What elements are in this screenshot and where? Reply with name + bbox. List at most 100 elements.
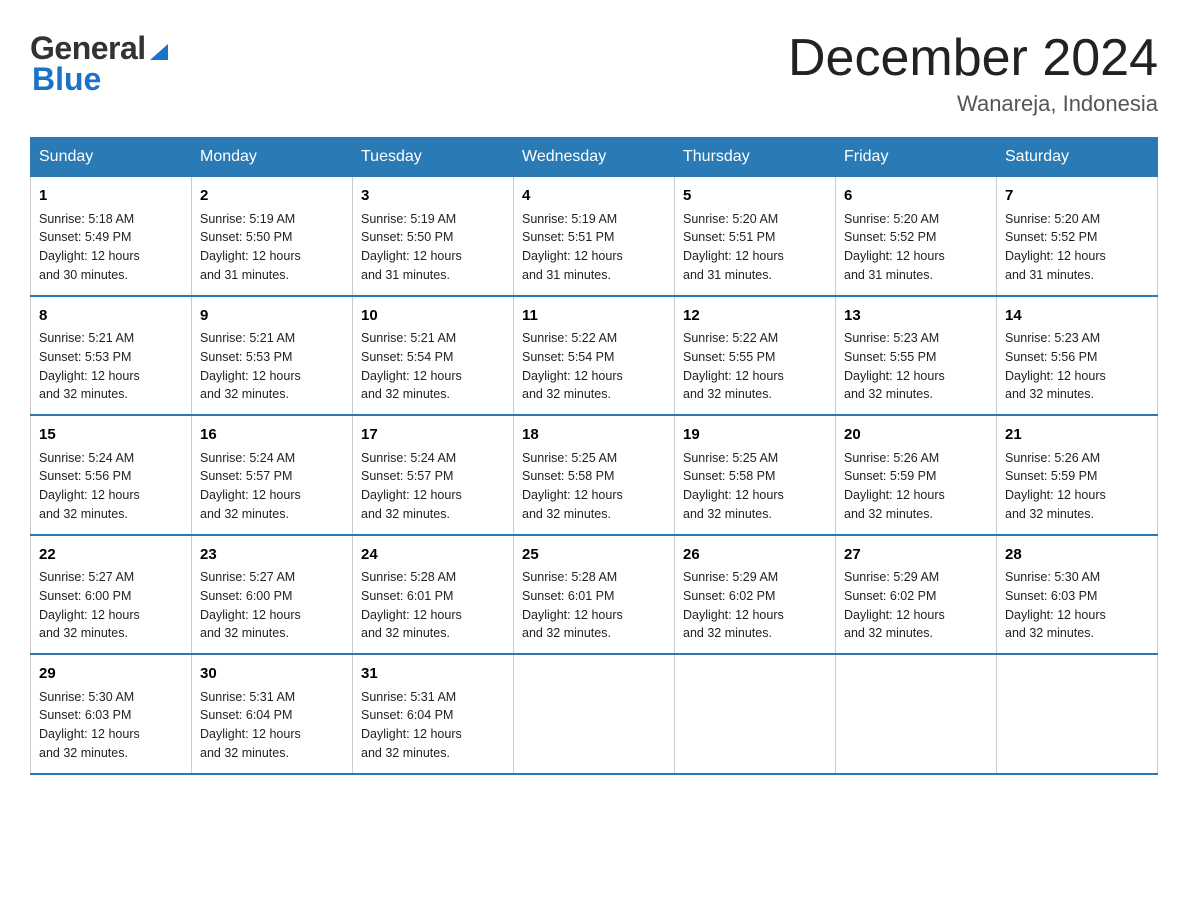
day-info: Sunrise: 5:27 AMSunset: 6:00 PMDaylight:… bbox=[39, 568, 183, 643]
page-header: General Blue December 2024 Wanareja, Ind… bbox=[30, 30, 1158, 117]
calendar-cell: 18Sunrise: 5:25 AMSunset: 5:58 PMDayligh… bbox=[514, 415, 675, 535]
day-number: 22 bbox=[39, 544, 183, 567]
day-info: Sunrise: 5:22 AMSunset: 5:55 PMDaylight:… bbox=[683, 329, 827, 404]
calendar-cell: 27Sunrise: 5:29 AMSunset: 6:02 PMDayligh… bbox=[836, 535, 997, 655]
calendar-cell bbox=[514, 654, 675, 774]
day-info: Sunrise: 5:28 AMSunset: 6:01 PMDaylight:… bbox=[522, 568, 666, 643]
logo-blue-text: Blue bbox=[32, 61, 101, 98]
calendar-cell bbox=[675, 654, 836, 774]
calendar-cell: 4Sunrise: 5:19 AMSunset: 5:51 PMDaylight… bbox=[514, 177, 675, 296]
calendar-week-row: 22Sunrise: 5:27 AMSunset: 6:00 PMDayligh… bbox=[31, 535, 1158, 655]
col-header-wednesday: Wednesday bbox=[514, 138, 675, 177]
calendar-cell: 19Sunrise: 5:25 AMSunset: 5:58 PMDayligh… bbox=[675, 415, 836, 535]
calendar-cell: 12Sunrise: 5:22 AMSunset: 5:55 PMDayligh… bbox=[675, 296, 836, 416]
calendar-cell: 20Sunrise: 5:26 AMSunset: 5:59 PMDayligh… bbox=[836, 415, 997, 535]
day-info: Sunrise: 5:27 AMSunset: 6:00 PMDaylight:… bbox=[200, 568, 344, 643]
logo-triangle-icon bbox=[148, 40, 170, 62]
day-info: Sunrise: 5:23 AMSunset: 5:56 PMDaylight:… bbox=[1005, 329, 1149, 404]
day-number: 7 bbox=[1005, 185, 1149, 208]
calendar-cell: 23Sunrise: 5:27 AMSunset: 6:00 PMDayligh… bbox=[192, 535, 353, 655]
calendar-cell: 14Sunrise: 5:23 AMSunset: 5:56 PMDayligh… bbox=[997, 296, 1158, 416]
calendar-cell: 22Sunrise: 5:27 AMSunset: 6:00 PMDayligh… bbox=[31, 535, 192, 655]
calendar-cell: 7Sunrise: 5:20 AMSunset: 5:52 PMDaylight… bbox=[997, 177, 1158, 296]
col-header-thursday: Thursday bbox=[675, 138, 836, 177]
day-info: Sunrise: 5:29 AMSunset: 6:02 PMDaylight:… bbox=[683, 568, 827, 643]
day-info: Sunrise: 5:21 AMSunset: 5:54 PMDaylight:… bbox=[361, 329, 505, 404]
calendar-cell: 21Sunrise: 5:26 AMSunset: 5:59 PMDayligh… bbox=[997, 415, 1158, 535]
col-header-friday: Friday bbox=[836, 138, 997, 177]
calendar-cell: 17Sunrise: 5:24 AMSunset: 5:57 PMDayligh… bbox=[353, 415, 514, 535]
day-number: 27 bbox=[844, 544, 988, 567]
calendar-cell: 10Sunrise: 5:21 AMSunset: 5:54 PMDayligh… bbox=[353, 296, 514, 416]
day-info: Sunrise: 5:19 AMSunset: 5:50 PMDaylight:… bbox=[200, 210, 344, 285]
day-number: 10 bbox=[361, 305, 505, 328]
day-number: 9 bbox=[200, 305, 344, 328]
calendar-cell: 31Sunrise: 5:31 AMSunset: 6:04 PMDayligh… bbox=[353, 654, 514, 774]
day-number: 25 bbox=[522, 544, 666, 567]
calendar-cell: 28Sunrise: 5:30 AMSunset: 6:03 PMDayligh… bbox=[997, 535, 1158, 655]
day-number: 17 bbox=[361, 424, 505, 447]
col-header-monday: Monday bbox=[192, 138, 353, 177]
calendar-cell: 3Sunrise: 5:19 AMSunset: 5:50 PMDaylight… bbox=[353, 177, 514, 296]
logo: General Blue bbox=[30, 30, 170, 98]
day-info: Sunrise: 5:25 AMSunset: 5:58 PMDaylight:… bbox=[522, 449, 666, 524]
day-info: Sunrise: 5:30 AMSunset: 6:03 PMDaylight:… bbox=[1005, 568, 1149, 643]
day-number: 21 bbox=[1005, 424, 1149, 447]
day-number: 6 bbox=[844, 185, 988, 208]
day-number: 13 bbox=[844, 305, 988, 328]
calendar-week-row: 8Sunrise: 5:21 AMSunset: 5:53 PMDaylight… bbox=[31, 296, 1158, 416]
day-info: Sunrise: 5:20 AMSunset: 5:52 PMDaylight:… bbox=[1005, 210, 1149, 285]
calendar-cell: 30Sunrise: 5:31 AMSunset: 6:04 PMDayligh… bbox=[192, 654, 353, 774]
calendar-table: SundayMondayTuesdayWednesdayThursdayFrid… bbox=[30, 137, 1158, 775]
day-info: Sunrise: 5:19 AMSunset: 5:51 PMDaylight:… bbox=[522, 210, 666, 285]
col-header-sunday: Sunday bbox=[31, 138, 192, 177]
calendar-cell: 2Sunrise: 5:19 AMSunset: 5:50 PMDaylight… bbox=[192, 177, 353, 296]
month-year-title: December 2024 bbox=[788, 30, 1158, 87]
calendar-cell: 29Sunrise: 5:30 AMSunset: 6:03 PMDayligh… bbox=[31, 654, 192, 774]
calendar-cell bbox=[836, 654, 997, 774]
calendar-cell: 9Sunrise: 5:21 AMSunset: 5:53 PMDaylight… bbox=[192, 296, 353, 416]
day-info: Sunrise: 5:20 AMSunset: 5:52 PMDaylight:… bbox=[844, 210, 988, 285]
day-info: Sunrise: 5:23 AMSunset: 5:55 PMDaylight:… bbox=[844, 329, 988, 404]
day-number: 11 bbox=[522, 305, 666, 328]
day-info: Sunrise: 5:25 AMSunset: 5:58 PMDaylight:… bbox=[683, 449, 827, 524]
calendar-cell: 8Sunrise: 5:21 AMSunset: 5:53 PMDaylight… bbox=[31, 296, 192, 416]
day-info: Sunrise: 5:24 AMSunset: 5:56 PMDaylight:… bbox=[39, 449, 183, 524]
day-info: Sunrise: 5:28 AMSunset: 6:01 PMDaylight:… bbox=[361, 568, 505, 643]
calendar-week-row: 15Sunrise: 5:24 AMSunset: 5:56 PMDayligh… bbox=[31, 415, 1158, 535]
day-info: Sunrise: 5:31 AMSunset: 6:04 PMDaylight:… bbox=[361, 688, 505, 763]
day-number: 30 bbox=[200, 663, 344, 686]
col-header-saturday: Saturday bbox=[997, 138, 1158, 177]
day-info: Sunrise: 5:24 AMSunset: 5:57 PMDaylight:… bbox=[200, 449, 344, 524]
calendar-cell: 6Sunrise: 5:20 AMSunset: 5:52 PMDaylight… bbox=[836, 177, 997, 296]
calendar-cell: 11Sunrise: 5:22 AMSunset: 5:54 PMDayligh… bbox=[514, 296, 675, 416]
day-info: Sunrise: 5:29 AMSunset: 6:02 PMDaylight:… bbox=[844, 568, 988, 643]
day-number: 26 bbox=[683, 544, 827, 567]
day-info: Sunrise: 5:26 AMSunset: 5:59 PMDaylight:… bbox=[1005, 449, 1149, 524]
day-info: Sunrise: 5:31 AMSunset: 6:04 PMDaylight:… bbox=[200, 688, 344, 763]
day-number: 16 bbox=[200, 424, 344, 447]
day-info: Sunrise: 5:21 AMSunset: 5:53 PMDaylight:… bbox=[39, 329, 183, 404]
day-info: Sunrise: 5:24 AMSunset: 5:57 PMDaylight:… bbox=[361, 449, 505, 524]
col-header-tuesday: Tuesday bbox=[353, 138, 514, 177]
day-number: 15 bbox=[39, 424, 183, 447]
location-subtitle: Wanareja, Indonesia bbox=[788, 91, 1158, 117]
day-number: 29 bbox=[39, 663, 183, 686]
day-info: Sunrise: 5:30 AMSunset: 6:03 PMDaylight:… bbox=[39, 688, 183, 763]
day-number: 2 bbox=[200, 185, 344, 208]
day-number: 28 bbox=[1005, 544, 1149, 567]
day-number: 1 bbox=[39, 185, 183, 208]
day-info: Sunrise: 5:22 AMSunset: 5:54 PMDaylight:… bbox=[522, 329, 666, 404]
day-info: Sunrise: 5:26 AMSunset: 5:59 PMDaylight:… bbox=[844, 449, 988, 524]
calendar-cell: 13Sunrise: 5:23 AMSunset: 5:55 PMDayligh… bbox=[836, 296, 997, 416]
day-number: 4 bbox=[522, 185, 666, 208]
calendar-cell bbox=[997, 654, 1158, 774]
day-number: 8 bbox=[39, 305, 183, 328]
calendar-cell: 16Sunrise: 5:24 AMSunset: 5:57 PMDayligh… bbox=[192, 415, 353, 535]
calendar-week-row: 1Sunrise: 5:18 AMSunset: 5:49 PMDaylight… bbox=[31, 177, 1158, 296]
day-number: 24 bbox=[361, 544, 505, 567]
day-number: 19 bbox=[683, 424, 827, 447]
day-info: Sunrise: 5:18 AMSunset: 5:49 PMDaylight:… bbox=[39, 210, 183, 285]
day-number: 23 bbox=[200, 544, 344, 567]
calendar-week-row: 29Sunrise: 5:30 AMSunset: 6:03 PMDayligh… bbox=[31, 654, 1158, 774]
